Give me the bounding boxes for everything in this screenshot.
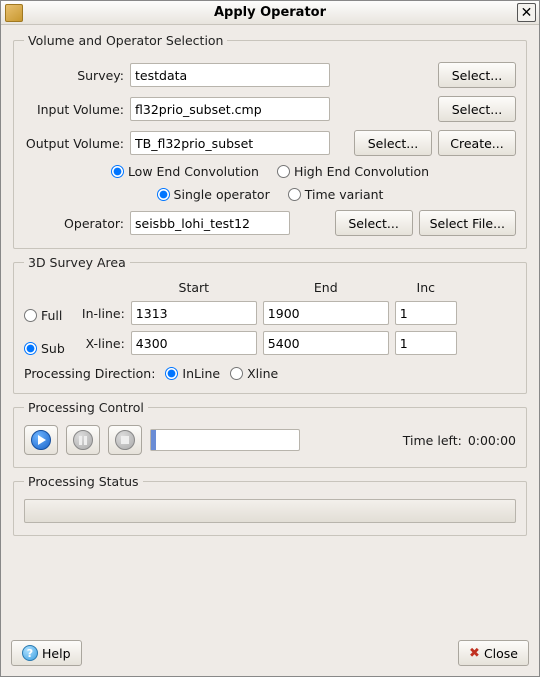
conv-high-radio-input[interactable] xyxy=(277,165,290,178)
input-volume-select-button[interactable]: Select... xyxy=(438,96,516,122)
operator-input[interactable] xyxy=(130,211,290,235)
close-icon: ✖ xyxy=(469,647,480,660)
progress-bar xyxy=(150,429,300,451)
close-button[interactable]: ✖ Close xyxy=(458,640,529,666)
op-single-radio-input[interactable] xyxy=(157,188,170,201)
progress-fill xyxy=(151,430,156,450)
survey-label: Survey: xyxy=(24,68,124,83)
survey-input[interactable] xyxy=(130,63,330,87)
help-icon: ? xyxy=(22,645,38,661)
op-tv-radio-input[interactable] xyxy=(288,188,301,201)
xline-start-input[interactable] xyxy=(131,331,257,355)
inline-label: In-line: xyxy=(77,306,125,321)
input-volume-input[interactable] xyxy=(130,97,330,121)
area-sub-radio[interactable]: Sub xyxy=(24,341,65,356)
output-volume-input[interactable] xyxy=(130,131,330,155)
op-single-radio[interactable]: Single operator xyxy=(157,187,270,202)
processing-status-legend: Processing Status xyxy=(24,474,143,489)
area-full-radio[interactable]: Full xyxy=(24,308,65,323)
pd-xline-radio-input[interactable] xyxy=(230,367,243,380)
stop-icon xyxy=(115,430,135,450)
titlebar: Apply Operator ✕ xyxy=(1,1,539,25)
window-icon xyxy=(5,4,23,22)
help-button[interactable]: ? Help xyxy=(11,640,82,666)
survey-area-legend: 3D Survey Area xyxy=(24,255,130,270)
survey-area-group: 3D Survey Area Full Sub Start xyxy=(13,255,527,394)
stop-button[interactable] xyxy=(108,425,142,455)
dialog-window: Apply Operator ✕ Volume and Operator Sel… xyxy=(0,0,540,677)
inline-end-input[interactable] xyxy=(263,301,389,325)
operator-select-file-button[interactable]: Select File... xyxy=(419,210,516,236)
time-left-label: Time left: xyxy=(403,433,462,448)
output-volume-label: Output Volume: xyxy=(24,136,124,151)
col-inc-header: Inc xyxy=(395,280,457,295)
play-icon xyxy=(31,430,51,450)
processing-control-legend: Processing Control xyxy=(24,400,148,415)
output-volume-select-button[interactable]: Select... xyxy=(354,130,432,156)
conv-low-radio[interactable]: Low End Convolution xyxy=(111,164,259,179)
proc-dir-label: Processing Direction: xyxy=(24,366,155,381)
inline-start-input[interactable] xyxy=(131,301,257,325)
pd-inline-radio-input[interactable] xyxy=(165,367,178,380)
time-left-value: 0:00:00 xyxy=(468,433,516,448)
output-volume-create-button[interactable]: Create... xyxy=(438,130,516,156)
volume-operator-group: Volume and Operator Selection Survey: Se… xyxy=(13,33,527,249)
area-full-radio-input[interactable] xyxy=(24,309,37,322)
area-sub-radio-input[interactable] xyxy=(24,342,37,355)
xline-label: X-line: xyxy=(77,336,125,351)
play-button[interactable] xyxy=(24,425,58,455)
content: Volume and Operator Selection Survey: Se… xyxy=(1,25,539,634)
pause-icon xyxy=(73,430,93,450)
col-end-header: End xyxy=(263,280,389,295)
processing-status-group: Processing Status xyxy=(13,474,527,536)
status-box xyxy=(24,499,516,523)
survey-select-button[interactable]: Select... xyxy=(438,62,516,88)
conv-low-radio-input[interactable] xyxy=(111,165,124,178)
xline-inc-input[interactable] xyxy=(395,331,457,355)
pd-xline-radio[interactable]: Xline xyxy=(230,366,278,381)
operator-select-button[interactable]: Select... xyxy=(335,210,413,236)
xline-end-input[interactable] xyxy=(263,331,389,355)
footer: ? Help ✖ Close xyxy=(1,634,539,676)
operator-label: Operator: xyxy=(24,216,124,231)
conv-high-radio[interactable]: High End Convolution xyxy=(277,164,429,179)
volume-operator-legend: Volume and Operator Selection xyxy=(24,33,227,48)
processing-control-group: Processing Control Time left: 0:00:00 xyxy=(13,400,527,468)
op-tv-radio[interactable]: Time variant xyxy=(288,187,384,202)
inline-inc-input[interactable] xyxy=(395,301,457,325)
window-title: Apply Operator xyxy=(23,5,539,20)
pd-inline-radio[interactable]: InLine xyxy=(165,366,220,381)
window-close-button[interactable]: ✕ xyxy=(517,3,536,22)
pause-button[interactable] xyxy=(66,425,100,455)
input-volume-label: Input Volume: xyxy=(24,102,124,117)
close-icon: ✕ xyxy=(521,6,533,20)
col-start-header: Start xyxy=(131,280,257,295)
